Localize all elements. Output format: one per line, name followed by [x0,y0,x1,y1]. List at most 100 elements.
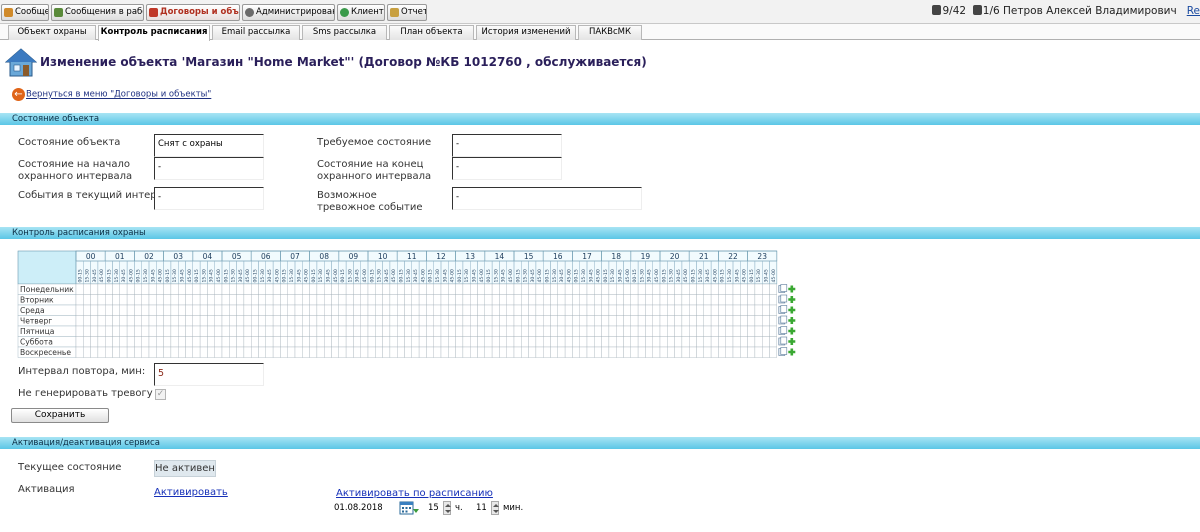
schedule-cell[interactable] [156,346,164,358]
schedule-cell[interactable] [221,325,230,337]
schedule-cell[interactable] [411,315,420,327]
schedule-cell[interactable] [148,283,157,295]
schedule-cell[interactable] [689,315,697,327]
schedule-cell[interactable] [426,336,434,348]
schedule-cell[interactable] [740,294,748,306]
schedule-cell[interactable] [718,283,726,295]
schedule-cell[interactable] [418,315,427,327]
schedule-cell[interactable] [229,294,237,306]
schedule-cell[interactable] [506,294,515,306]
schedule-cell[interactable] [586,294,595,306]
schedule-cell[interactable] [681,346,690,358]
schedule-cell[interactable] [637,346,646,358]
schedule-cell[interactable] [652,315,661,327]
schedule-cell[interactable] [491,283,500,295]
schedule-cell[interactable] [185,315,194,327]
schedule-cell[interactable] [156,304,164,316]
schedule-cell[interactable] [681,336,690,348]
schedule-cell[interactable] [280,346,288,358]
schedule-cell[interactable] [535,294,544,306]
schedule-cell[interactable] [309,346,318,358]
schedule-cell[interactable] [280,325,288,337]
schedule-cell[interactable] [156,315,164,327]
schedule-cell[interactable] [345,294,354,306]
schedule-cell[interactable] [579,304,588,316]
schedule-cell[interactable] [375,325,383,337]
schedule-cell[interactable] [667,325,675,337]
schedule-cell[interactable] [448,336,456,348]
schedule-cell[interactable] [316,336,325,348]
schedule-cell[interactable] [564,294,573,306]
schedule-cell[interactable] [112,346,121,358]
schedule-cell[interactable] [601,294,610,306]
schedule-cell[interactable] [433,283,442,295]
calendar-icon[interactable] [399,500,419,516]
schedule-cell[interactable] [667,315,675,327]
schedule-cell[interactable] [440,294,449,306]
schedule-cell[interactable] [243,304,252,316]
schedule-cell[interactable] [229,346,237,358]
schedule-cell[interactable] [411,346,420,358]
activate-by-schedule-link[interactable]: Активировать по расписанию [336,488,493,499]
schedule-cell[interactable] [272,325,281,337]
tab-messages[interactable]: Сообщения [1,4,49,21]
schedule-cell[interactable] [404,336,413,348]
schedule-cell[interactable] [433,304,442,316]
schedule-cell[interactable] [732,346,741,358]
schedule-cell[interactable] [148,325,157,337]
schedule-cell[interactable] [214,283,223,295]
schedule-cell[interactable] [192,336,201,348]
schedule-cell[interactable] [243,336,252,348]
schedule-cell[interactable] [535,283,544,295]
user-counter[interactable]: 9/42 [942,5,966,17]
schedule-cell[interactable] [236,336,245,348]
add-row-icon[interactable] [788,306,796,314]
schedule-cell[interactable] [280,336,288,348]
schedule-cell[interactable] [324,346,332,358]
schedule-cell[interactable] [134,325,142,337]
copy-row-icon[interactable] [778,347,788,356]
schedule-cell[interactable] [762,283,770,295]
schedule-cell[interactable] [156,325,164,337]
schedule-cell[interactable] [272,294,281,306]
schedule-cell[interactable] [462,283,471,295]
schedule-cell[interactable] [689,294,697,306]
schedule-cell[interactable] [338,315,347,327]
schedule-cell[interactable] [499,325,507,337]
schedule-cell[interactable] [141,294,150,306]
schedule-cell[interactable] [199,283,208,295]
schedule-cell[interactable] [345,304,354,316]
schedule-cell[interactable] [309,325,318,337]
schedule-cell[interactable] [214,325,223,337]
schedule-cell[interactable] [543,283,551,295]
schedule-cell[interactable] [484,336,493,348]
schedule-cell[interactable] [667,346,675,358]
schedule-cell[interactable] [659,294,668,306]
schedule-cell[interactable] [141,336,150,348]
schedule-cell[interactable] [528,325,537,337]
schedule-cell[interactable] [769,283,778,295]
schedule-cell[interactable] [360,283,369,295]
schedule-cell[interactable] [397,346,405,358]
schedule-cell[interactable] [97,325,106,337]
schedule-cell[interactable] [148,315,157,327]
schedule-cell[interactable] [418,325,427,337]
schedule-cell[interactable] [543,346,551,358]
schedule-cell[interactable] [725,346,734,358]
schedule-cell[interactable] [163,315,172,327]
schedule-cell[interactable] [360,325,369,337]
schedule-cell[interactable] [725,336,734,348]
schedule-cell[interactable] [360,315,369,327]
schedule-cell[interactable] [331,294,340,306]
schedule-cell[interactable] [338,294,347,306]
schedule-cell[interactable] [338,304,347,316]
schedule-cell[interactable] [689,346,697,358]
schedule-cell[interactable] [170,336,179,348]
schedule-cell[interactable] [433,336,442,348]
schedule-cell[interactable] [630,304,639,316]
schedule-cell[interactable] [754,304,763,316]
schedule-cell[interactable] [440,346,449,358]
schedule-cell[interactable] [229,315,237,327]
schedule-cell[interactable] [732,283,741,295]
schedule-cell[interactable] [411,304,420,316]
